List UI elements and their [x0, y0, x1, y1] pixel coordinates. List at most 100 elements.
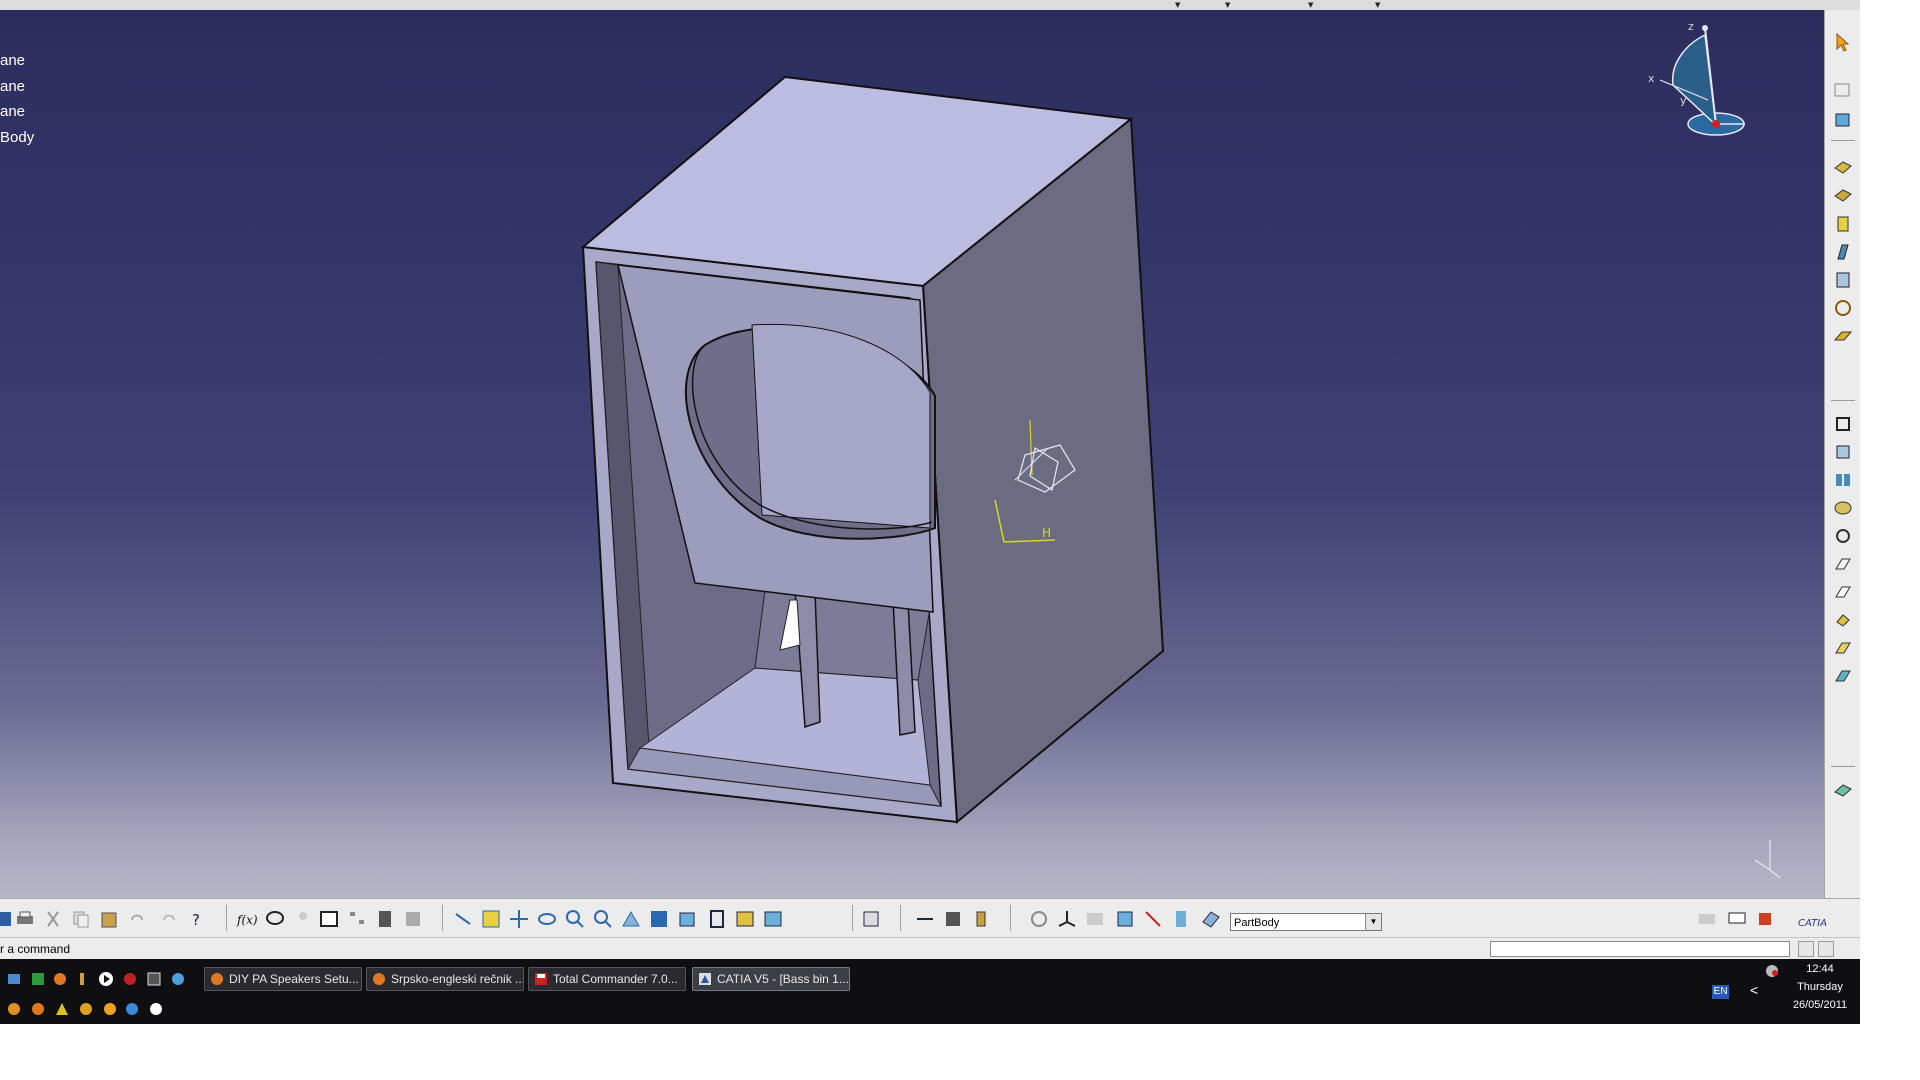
copy-icon[interactable] [70, 908, 92, 930]
multi-view-icon[interactable] [648, 908, 670, 930]
normal-view-icon[interactable] [620, 908, 642, 930]
firefox-quicklaunch-icon[interactable] [30, 1001, 46, 1017]
chevron-left-icon[interactable]: < [1750, 982, 1758, 998]
zoom-in-icon[interactable] [564, 908, 586, 930]
taskbar-window-firefox[interactable]: DIY PA Speakers Setu... [204, 967, 362, 991]
update-icon[interactable] [860, 908, 882, 930]
chamfer-icon[interactable] [1832, 442, 1854, 462]
hole-icon[interactable] [1832, 298, 1854, 318]
formula-icon[interactable]: f(x) [236, 908, 258, 930]
comment-icon[interactable] [1726, 908, 1748, 930]
status-button[interactable] [1798, 941, 1814, 957]
clock-time[interactable]: 12:44 [1780, 963, 1860, 975]
taskbar-window-catia[interactable]: CATIA V5 - [Bass bin 1... [692, 967, 850, 991]
plane-icon[interactable] [1832, 110, 1854, 130]
constraint-icon[interactable] [914, 908, 936, 930]
spiral-icon[interactable] [1028, 908, 1050, 930]
redo-icon[interactable] [158, 908, 180, 930]
iso-view-icon[interactable] [676, 908, 698, 930]
surface-icon[interactable] [1832, 780, 1854, 800]
sketch-icon[interactable] [1832, 80, 1854, 100]
work-object-icon[interactable] [1200, 908, 1222, 930]
swap-space-icon[interactable] [762, 908, 784, 930]
app-quicklaunch-icon[interactable] [102, 1001, 118, 1017]
shading-icon[interactable] [706, 908, 728, 930]
separator [226, 905, 227, 931]
fly-mode-icon[interactable] [452, 908, 474, 930]
network-icon[interactable] [1764, 963, 1780, 979]
app-quicklaunch-icon[interactable] [78, 1001, 94, 1017]
measure-icon[interactable] [402, 908, 424, 930]
hide-show-icon[interactable] [734, 908, 756, 930]
spelling-icon[interactable] [1696, 908, 1718, 930]
pattern-icon[interactable] [1832, 666, 1854, 686]
app-quicklaunch-icon[interactable] [30, 971, 46, 987]
app-quicklaunch-icon[interactable] [6, 1001, 22, 1017]
compass-widget[interactable]: z x y [1648, 20, 1745, 136]
shell-icon[interactable] [1832, 498, 1854, 518]
axis-system-icon[interactable] [1056, 908, 1078, 930]
chevron-down-icon[interactable]: ▼ [1375, 1, 1380, 9]
print-icon[interactable] [14, 908, 36, 930]
3d-viewport[interactable]: ane ane ane Body H z x y [0, 10, 1824, 898]
undo-icon[interactable] [126, 908, 148, 930]
boolean-icon[interactable] [1142, 908, 1164, 930]
pocket-icon[interactable] [1832, 186, 1854, 206]
chevron-down-icon[interactable]: ▼ [1308, 1, 1313, 9]
fillet-icon[interactable] [1832, 414, 1854, 434]
chevron-down-icon[interactable]: ▼ [1365, 914, 1381, 930]
thickness-icon[interactable] [1832, 526, 1854, 546]
clock-date: 26/05/2011 [1792, 999, 1848, 1011]
taskbar-window-total-commander[interactable]: Total Commander 7.0... [528, 967, 686, 991]
list-icon[interactable] [1170, 908, 1192, 930]
dimension-icon[interactable] [942, 908, 964, 930]
zoom-out-icon[interactable] [592, 908, 614, 930]
pad-icon[interactable] [1832, 158, 1854, 178]
bulb-icon[interactable] [292, 908, 314, 930]
rotate-icon[interactable] [536, 908, 558, 930]
status-prompt: r a command [0, 942, 71, 956]
show-desktop-icon[interactable] [6, 971, 22, 987]
remove-face-icon[interactable] [1832, 582, 1854, 602]
taskbar-window-firefox-dictionary[interactable]: Srpsko-engleski rečnik ... [366, 967, 524, 991]
pan-icon[interactable] [508, 908, 530, 930]
app-quicklaunch-icon[interactable] [54, 1001, 70, 1017]
draft-icon[interactable] [1832, 470, 1854, 490]
thick-surface-icon[interactable] [1832, 326, 1854, 346]
language-indicator[interactable]: EN [1712, 985, 1729, 999]
app-quicklaunch-icon[interactable] [146, 971, 162, 987]
speaker-cabinet-model[interactable]: H z x y [0, 10, 1824, 898]
knowledge-icon[interactable] [264, 908, 286, 930]
rib-icon[interactable] [1832, 242, 1854, 262]
catalog-icon[interactable] [374, 908, 396, 930]
app-quicklaunch-icon[interactable] [148, 1001, 164, 1017]
chevron-down-icon[interactable]: ▼ [1225, 1, 1230, 9]
part-body-selector[interactable]: PartBody ▼ [1230, 913, 1382, 931]
body-icon[interactable] [1114, 908, 1136, 930]
status-button[interactable] [1818, 941, 1834, 957]
browser-quicklaunch-icon[interactable] [170, 971, 186, 987]
user-icon[interactable] [1754, 908, 1776, 930]
shaft-icon[interactable] [1832, 214, 1854, 234]
table-icon[interactable] [318, 908, 340, 930]
paste-icon[interactable] [98, 908, 120, 930]
multi-section-icon[interactable] [1832, 270, 1854, 290]
tool-quicklaunch-icon[interactable] [74, 971, 90, 987]
thread-icon[interactable] [1832, 554, 1854, 574]
window-title: Total Commander 7.0... [553, 972, 678, 986]
fit-all-icon[interactable] [480, 908, 502, 930]
chevron-down-icon[interactable]: ▼ [1175, 1, 1180, 9]
firefox-quicklaunch-icon[interactable] [52, 971, 68, 987]
media-player-icon[interactable] [98, 971, 114, 987]
cut-icon[interactable] [42, 908, 64, 930]
select-arrow-icon[interactable] [1832, 32, 1854, 52]
scale-icon[interactable] [1084, 908, 1106, 930]
help-icon[interactable]: ? [188, 908, 210, 930]
anchor-icon[interactable] [970, 908, 992, 930]
translate-icon[interactable] [1832, 610, 1854, 630]
tree-icon[interactable] [346, 908, 368, 930]
mirror-icon[interactable] [1832, 638, 1854, 658]
ie-quicklaunch-icon[interactable] [124, 1001, 140, 1017]
command-input[interactable] [1490, 941, 1790, 957]
app-quicklaunch-icon[interactable] [122, 971, 138, 987]
